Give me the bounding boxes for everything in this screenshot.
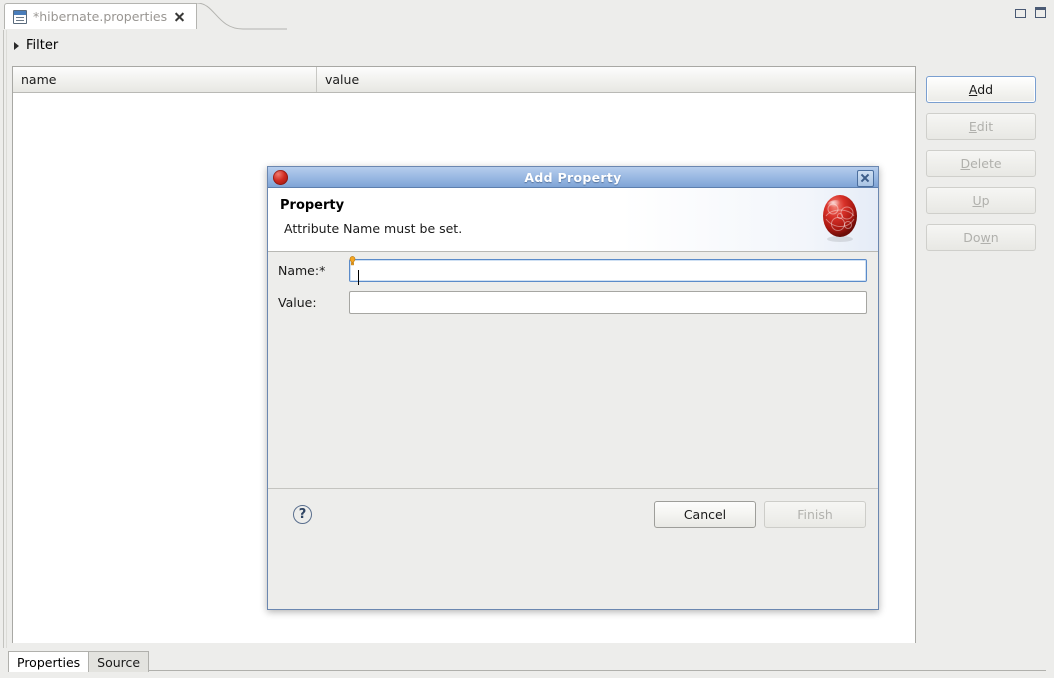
dialog-title: Add Property [524, 169, 622, 185]
column-header-name[interactable]: name [13, 67, 317, 92]
close-icon[interactable] [173, 10, 186, 23]
dialog-footer-buttons: Cancel Finish [654, 501, 866, 528]
editor-tab-hibernate-properties[interactable]: *hibernate.properties [4, 3, 198, 29]
close-icon[interactable] [857, 170, 874, 187]
column-header-value[interactable]: value [317, 67, 915, 92]
bottom-tabs-baseline [8, 670, 1046, 671]
dialog-footer: ? Cancel Finish [268, 488, 878, 544]
editor-tab-label: *hibernate.properties [33, 9, 168, 24]
finish-button-label: Finish [797, 507, 833, 522]
dialog-header-message: Attribute Name must be set. [284, 221, 463, 236]
delete-button[interactable]: Delete [926, 150, 1036, 177]
filter-expander[interactable]: Filter [14, 38, 58, 53]
hibernate-logo-icon [818, 191, 862, 243]
add-property-dialog: Add Property Property Attribute Name mus… [267, 166, 879, 610]
cancel-button-label: Cancel [683, 507, 727, 522]
table-header-row: name value [13, 67, 915, 93]
window-controls [1015, 7, 1046, 18]
hibernate-sphere-icon [273, 170, 288, 185]
up-button[interactable]: Up [926, 187, 1036, 214]
value-field-label: Value: [278, 295, 317, 310]
text-caret [358, 270, 359, 285]
editor-frame-divider-inner [6, 30, 7, 648]
tab-source[interactable]: Source [88, 651, 150, 672]
edit-button[interactable]: Edit [926, 113, 1036, 140]
side-button-panel: Add Edit Delete Up Down [926, 76, 1036, 251]
delete-button-label: Delete [960, 156, 1002, 171]
dialog-titlebar[interactable]: Add Property [268, 167, 878, 188]
down-button[interactable]: Down [926, 224, 1036, 251]
dialog-header-title: Property [280, 198, 345, 213]
add-button-label: Add [968, 82, 994, 97]
edit-button-label: Edit [968, 119, 994, 134]
dialog-header: Property Attribute Name must be set. [268, 188, 878, 252]
tab-properties[interactable]: Properties [8, 651, 90, 672]
value-input[interactable] [349, 291, 867, 314]
minimize-icon[interactable] [1015, 9, 1026, 18]
editor-frame-divider [3, 30, 4, 648]
filter-label: Filter [26, 38, 59, 53]
name-field-row: Name:* [278, 256, 867, 285]
cancel-button[interactable]: Cancel [654, 501, 756, 528]
value-field-row: Value: [278, 291, 867, 314]
triangle-right-icon [14, 41, 19, 50]
finish-button[interactable]: Finish [764, 501, 866, 528]
content-assist-hint-icon [349, 254, 356, 266]
maximize-icon[interactable] [1035, 7, 1046, 18]
tab-source-label: Source [97, 654, 141, 670]
editor-tab-strip: *hibernate.properties [0, 0, 1054, 30]
name-input[interactable] [349, 259, 867, 282]
properties-file-icon [13, 9, 27, 24]
help-icon[interactable]: ? [293, 505, 312, 524]
editor-tab-curve [197, 3, 287, 30]
dialog-body: Name:* Value: ? Cancel Finish [268, 253, 878, 544]
up-button-label: Up [972, 193, 990, 208]
add-button[interactable]: Add [926, 76, 1036, 103]
tab-properties-label: Properties [17, 654, 81, 670]
down-button-label: Down [963, 230, 999, 245]
bottom-tab-bar: Properties Source [8, 650, 150, 672]
help-icon-glyph: ? [298, 507, 307, 522]
name-field-label: Name:* [278, 263, 326, 278]
